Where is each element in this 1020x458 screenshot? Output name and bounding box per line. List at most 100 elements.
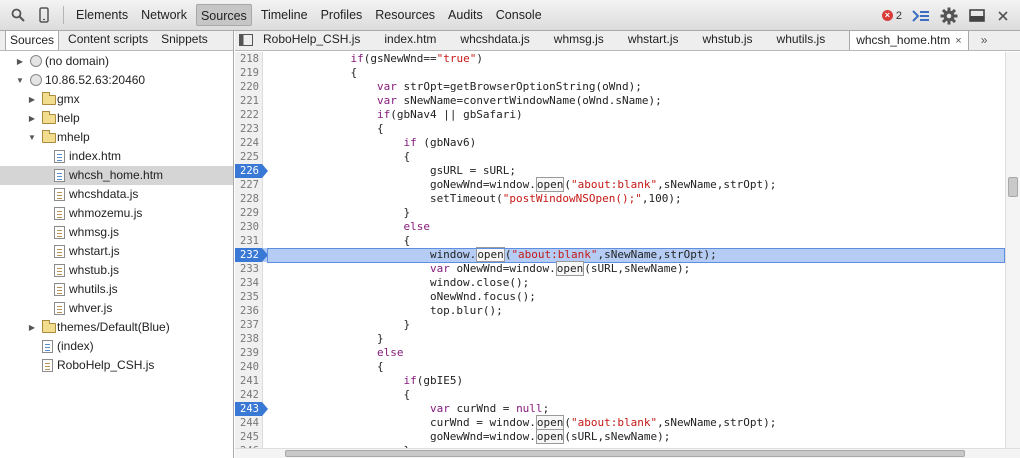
navigator-tab-sources[interactable]: Sources xyxy=(5,30,60,50)
line-number[interactable]: 238 xyxy=(235,332,263,346)
script-file-icon xyxy=(54,188,65,201)
expanded-arrow-icon[interactable]: ▼ xyxy=(28,128,36,147)
collapsed-arrow-icon[interactable]: ▶ xyxy=(28,90,36,109)
dock-side-icon[interactable] xyxy=(966,5,988,27)
navigator-tab-snippets[interactable]: Snippets xyxy=(157,30,212,50)
editor-tab[interactable]: whstart.js xyxy=(628,30,689,50)
line-number[interactable]: 222 xyxy=(235,108,263,122)
line-number[interactable]: 245 xyxy=(235,430,263,444)
panel-tab-profiles[interactable]: Profiles xyxy=(317,4,367,26)
tree-item[interactable]: RoboHelp_CSH.js xyxy=(0,356,233,375)
script-file-icon xyxy=(42,359,53,372)
console-drawer-icon[interactable] xyxy=(910,5,932,27)
html-file-icon xyxy=(42,340,53,353)
tree-item-label: whstub.js xyxy=(69,263,120,277)
panel-tab-elements[interactable]: Elements xyxy=(72,4,132,26)
vertical-scroll-thumb[interactable] xyxy=(1008,177,1018,197)
tree-item[interactable]: whmozemu.js xyxy=(0,204,233,223)
expanded-arrow-icon[interactable]: ▼ xyxy=(16,71,24,90)
panel-tab-console[interactable]: Console xyxy=(492,4,546,26)
tree-item[interactable]: whcshdata.js xyxy=(0,185,233,204)
collapsed-arrow-icon[interactable]: ▶ xyxy=(28,109,36,128)
navigator-tab-content-scripts[interactable]: Content scripts xyxy=(64,30,152,50)
panel-tab-audits[interactable]: Audits xyxy=(444,4,487,26)
line-number[interactable]: 229 xyxy=(235,206,263,220)
folder-icon xyxy=(42,320,56,333)
tree-item-label: whmozemu.js xyxy=(69,206,143,220)
tree-item[interactable]: ▼ 10.86.52.63:20460 xyxy=(0,71,233,90)
editor-tab[interactable]: whmsg.js xyxy=(554,30,614,50)
line-number[interactable]: 219 xyxy=(235,66,263,80)
close-tab-icon[interactable]: × xyxy=(955,35,961,47)
close-devtools-icon[interactable] xyxy=(992,5,1014,27)
editor-tab[interactable]: RoboHelp_CSH.js xyxy=(263,30,370,50)
code-text: { xyxy=(271,234,411,247)
code-line: 231 { xyxy=(235,234,1005,248)
tree-item[interactable]: whstart.js xyxy=(0,242,233,261)
tree-item[interactable]: (index) xyxy=(0,337,233,356)
error-counter[interactable]: × 2 xyxy=(881,10,902,22)
panel-tab-network[interactable]: Network xyxy=(137,4,191,26)
horizontal-scroll-thumb[interactable] xyxy=(285,450,965,457)
collapsed-arrow-icon[interactable]: ▶ xyxy=(16,52,24,71)
device-mode-icon[interactable] xyxy=(33,4,55,26)
vertical-scrollbar[interactable] xyxy=(1005,52,1020,448)
line-number[interactable]: 236 xyxy=(235,304,263,318)
collapsed-arrow-icon[interactable]: ▶ xyxy=(28,318,36,337)
horizontal-scrollbar[interactable] xyxy=(235,448,1020,458)
line-number[interactable]: 237 xyxy=(235,318,263,332)
tree-item[interactable]: whcsh_home.htm xyxy=(0,166,233,185)
tree-item[interactable]: ▶ themes/Default(Blue) xyxy=(0,318,233,337)
line-number[interactable]: 228 xyxy=(235,192,263,206)
search-icon[interactable] xyxy=(7,4,29,26)
tree-item[interactable]: ▶ (no domain) xyxy=(0,52,233,71)
editor-tab[interactable]: whstub.js xyxy=(703,30,763,50)
breakpoint-line-number[interactable]: 243 xyxy=(235,402,268,416)
breakpoint-line-number[interactable]: 226 xyxy=(235,164,268,178)
line-number[interactable]: 242 xyxy=(235,388,263,402)
line-number[interactable]: 234 xyxy=(235,276,263,290)
panel-tab-timeline[interactable]: Timeline xyxy=(257,4,312,26)
code-text: window.open("about:blank",sNewName,strOp… xyxy=(271,247,717,262)
code-line: 219 { xyxy=(235,66,1005,80)
editor-tab[interactable]: whcsh_home.htm × xyxy=(849,30,969,50)
editor-tab[interactable]: index.htm xyxy=(384,30,446,50)
editor-tab[interactable]: whutils.js xyxy=(777,30,836,50)
code-editor[interactable]: 218 if(gsNewWnd=="true") 219 {220 var str… xyxy=(235,52,1005,448)
line-number[interactable]: 233 xyxy=(235,262,263,276)
tree-item[interactable]: whmsg.js xyxy=(0,223,233,242)
line-number[interactable]: 225 xyxy=(235,150,263,164)
line-number[interactable]: 224 xyxy=(235,136,263,150)
tree-item[interactable]: whver.js xyxy=(0,299,233,318)
gear-icon[interactable] xyxy=(938,5,960,27)
toolbar-separator xyxy=(63,6,64,24)
line-number[interactable]: 241 xyxy=(235,374,263,388)
line-number[interactable]: 227 xyxy=(235,178,263,192)
line-number[interactable]: 231 xyxy=(235,234,263,248)
line-number[interactable]: 235 xyxy=(235,290,263,304)
line-number[interactable]: 230 xyxy=(235,220,263,234)
tree-item-label: RoboHelp_CSH.js xyxy=(57,358,155,372)
toggle-navigator-icon[interactable] xyxy=(237,30,255,50)
line-number[interactable]: 239 xyxy=(235,346,263,360)
line-number[interactable]: 218 xyxy=(235,52,263,66)
code-text: top.blur(); xyxy=(271,304,503,317)
tree-item[interactable]: ▶ help xyxy=(0,109,233,128)
line-number[interactable]: 220 xyxy=(235,80,263,94)
panel-tab-sources[interactable]: Sources xyxy=(195,4,252,26)
tree-item-label: gmx xyxy=(57,92,80,106)
panel-tab-resources[interactable]: Resources xyxy=(371,4,439,26)
tree-item[interactable]: ▶ gmx xyxy=(0,90,233,109)
editor-tab-label: RoboHelp_CSH.js xyxy=(263,32,361,46)
tree-item[interactable]: index.htm xyxy=(0,147,233,166)
breakpoint-line-number[interactable]: 232 xyxy=(235,248,268,262)
tree-item[interactable]: whutils.js xyxy=(0,280,233,299)
tab-overflow-icon[interactable]: » xyxy=(981,31,988,50)
line-number[interactable]: 240 xyxy=(235,360,263,374)
line-number[interactable]: 223 xyxy=(235,122,263,136)
line-number[interactable]: 244 xyxy=(235,416,263,430)
editor-tab[interactable]: whcshdata.js xyxy=(460,30,539,50)
tree-item[interactable]: ▼ mhelp xyxy=(0,128,233,147)
line-number[interactable]: 221 xyxy=(235,94,263,108)
tree-item[interactable]: whstub.js xyxy=(0,261,233,280)
